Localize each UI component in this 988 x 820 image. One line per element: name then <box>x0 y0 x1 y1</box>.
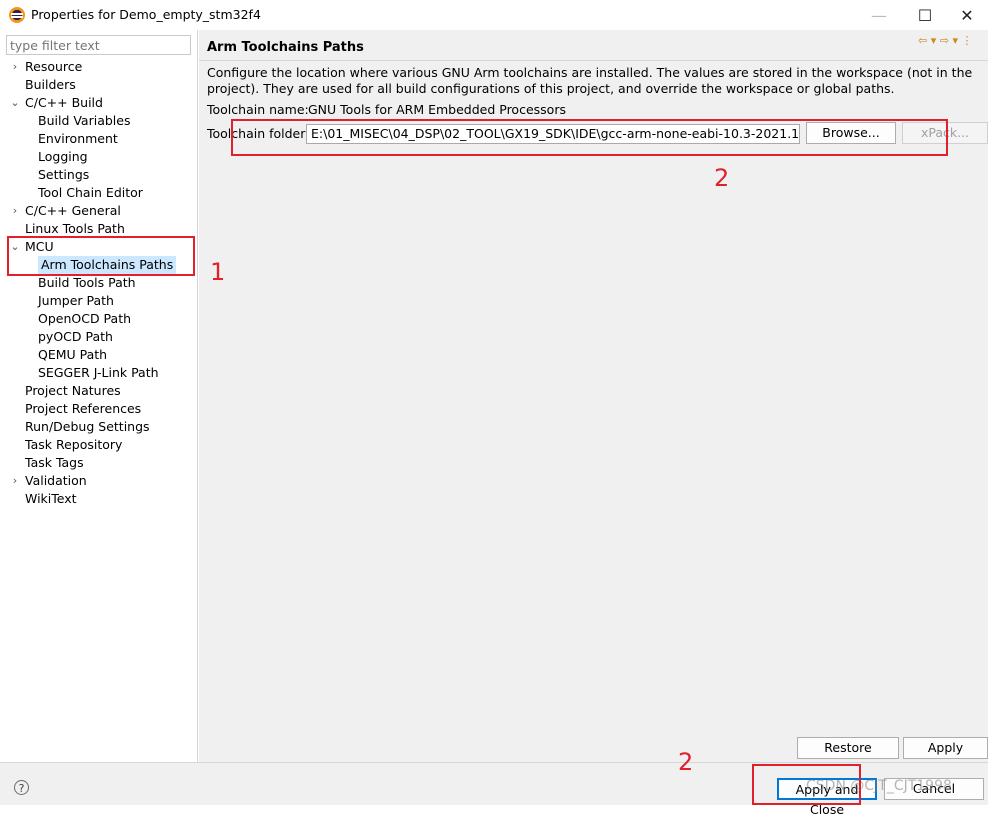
tree-item-project-references[interactable]: Project References <box>0 400 196 418</box>
tree-item-label: Jumper Path <box>38 293 114 308</box>
tree-item-label: Task Tags <box>25 455 84 470</box>
tree-item-label: Resource <box>25 59 83 74</box>
tree-item-label: WikiText <box>25 491 77 506</box>
tree-item-label: Build Tools Path <box>38 275 136 290</box>
tree-item-label: C/C++ Build <box>25 95 103 110</box>
chevron-right-icon[interactable]: › <box>10 58 20 76</box>
tree-item-openocd-path[interactable]: OpenOCD Path <box>0 310 196 328</box>
title-bar: Properties for Demo_empty_stm32f4 — ☐ ✕ <box>0 0 988 30</box>
apply-button[interactable]: Apply <box>903 737 988 759</box>
tree-item-label: Environment <box>38 131 118 146</box>
tree-item-label: Tool Chain Editor <box>38 185 143 200</box>
tree-item-build-tools-path[interactable]: Build Tools Path <box>0 274 196 292</box>
tree-item-label: Builders <box>25 77 76 92</box>
tree-item-label: Run/Debug Settings <box>25 419 150 434</box>
back-forward-nav-icons[interactable]: ⇦ ▾ ⇨ ▾ ⋮ <box>918 34 988 50</box>
toolchain-name-label: Toolchain name: <box>207 102 309 117</box>
tree-item-label: SEGGER J-Link Path <box>38 365 159 380</box>
maximize-button[interactable]: ☐ <box>902 0 948 30</box>
annotation-label-2-top: 2 <box>714 164 730 192</box>
maximize-icon: ☐ <box>917 5 933 25</box>
tree-item-label: Task Repository <box>25 437 123 452</box>
help-icon[interactable]: ? <box>14 780 29 795</box>
tree-item-label: pyOCD Path <box>38 329 113 344</box>
tree-item-project-natures[interactable]: Project Natures <box>0 382 196 400</box>
annotation-label-1: 1 <box>210 258 226 286</box>
tree-item-environment[interactable]: Environment <box>0 130 196 148</box>
tree-item-label: Settings <box>38 167 90 182</box>
close-window-button[interactable]: ✕ <box>946 0 988 30</box>
property-tree: › Resource Builders ⌄ C/C++ Build Build Varia… <box>0 58 196 508</box>
restore-defaults-button[interactable]: Restore Defaults <box>797 737 899 775</box>
page-title: Arm Toolchains Paths <box>207 40 364 55</box>
chevron-right-icon[interactable]: › <box>10 472 20 490</box>
tree-item-label: C/C++ General <box>25 203 121 218</box>
tree-item-wikitext[interactable]: WikiText <box>0 490 196 508</box>
annotation-label-2-bottom: 2 <box>678 748 694 776</box>
annotation-box-folder <box>231 119 948 156</box>
close-icon: ✕ <box>960 5 974 25</box>
toolchain-name-value: GNU Tools for ARM Embedded Processors <box>308 102 566 117</box>
tree-item-label: Logging <box>38 149 88 164</box>
tree-item-task-repository[interactable]: Task Repository <box>0 436 196 454</box>
tree-item-tool-chain-editor[interactable]: Tool Chain Editor <box>0 184 196 202</box>
tree-item-jumper-path[interactable]: Jumper Path <box>0 292 196 310</box>
tree-item-label: OpenOCD Path <box>38 311 132 326</box>
annotation-box-mcu <box>7 236 195 276</box>
tree-item-c-c-general[interactable]: › C/C++ General <box>0 202 196 220</box>
minimize-button[interactable]: — <box>856 0 902 30</box>
tree-item-task-tags[interactable]: Task Tags <box>0 454 196 472</box>
tree-item-validation[interactable]: › Validation <box>0 472 196 490</box>
tree-item-resource[interactable]: › Resource <box>0 58 196 76</box>
tree-item-build-variables[interactable]: Build Variables <box>0 112 196 130</box>
tree-item-builders[interactable]: Builders <box>0 76 196 94</box>
annotation-box-apply-close <box>752 764 861 805</box>
header-divider <box>199 60 988 61</box>
eclipse-logo-icon <box>9 7 25 23</box>
tree-item-label: Project Natures <box>25 383 121 398</box>
chevron-right-icon[interactable]: › <box>10 202 20 220</box>
tree-item-label: Project References <box>25 401 142 416</box>
tree-item-qemu-path[interactable]: QEMU Path <box>0 346 196 364</box>
chevron-down-icon[interactable]: ⌄ <box>10 94 20 112</box>
tree-item-label: Build Variables <box>38 113 131 128</box>
tree-item-settings[interactable]: Settings <box>0 166 196 184</box>
minimize-icon: — <box>871 5 887 25</box>
window-title: Properties for Demo_empty_stm32f4 <box>31 7 261 22</box>
tree-item-logging[interactable]: Logging <box>0 148 196 166</box>
tree-item-c-c-build[interactable]: ⌄ C/C++ Build <box>0 94 196 112</box>
filter-input[interactable] <box>6 35 191 55</box>
tree-item-segger-j-link-path[interactable]: SEGGER J-Link Path <box>0 364 196 382</box>
tree-item-pyocd-path[interactable]: pyOCD Path <box>0 328 196 346</box>
tree-item-label: Validation <box>25 473 87 488</box>
tree-item-run-debug-settings[interactable]: Run/Debug Settings <box>0 418 196 436</box>
tree-item-label: QEMU Path <box>38 347 108 362</box>
page-description: Configure the location where various GNU… <box>207 65 973 96</box>
